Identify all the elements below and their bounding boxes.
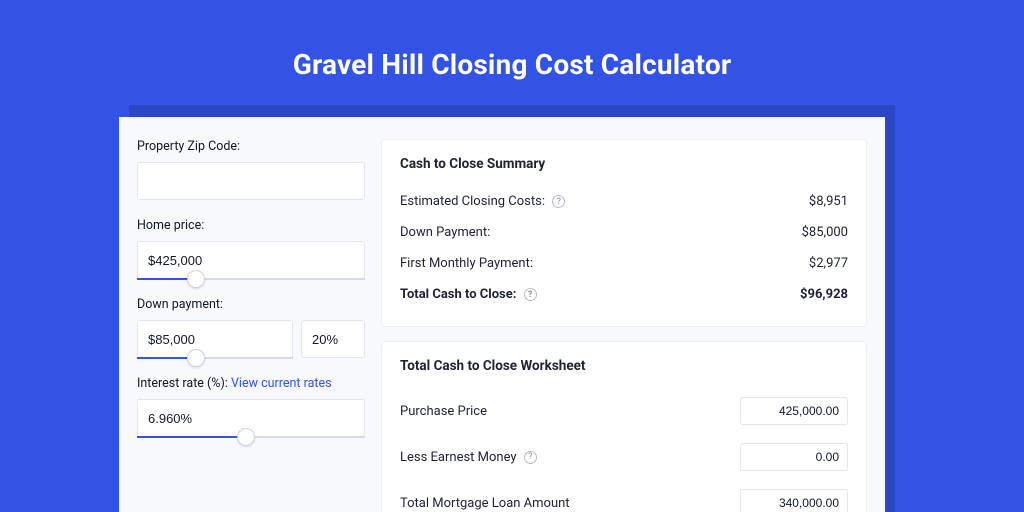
interest-rate-label: Interest rate (%): — [137, 376, 228, 391]
worksheet-heading: Total Cash to Close Worksheet — [400, 358, 848, 374]
summary-label-text: Total Cash to Close: — [400, 287, 516, 302]
worksheet-card: Total Cash to Close Worksheet Purchase P… — [381, 341, 867, 512]
help-icon[interactable]: ? — [552, 195, 565, 208]
worksheet-row-mortgage-amount: Total Mortgage Loan Amount — [400, 480, 848, 512]
summary-label: Estimated Closing Costs: ? — [400, 194, 565, 209]
summary-row-first-monthly: First Monthly Payment: $2,977 — [400, 248, 848, 279]
down-payment-field: Down payment: — [137, 297, 365, 358]
worksheet-input-mortgage-amount[interactable] — [740, 489, 848, 512]
summary-label: First Monthly Payment: — [400, 256, 533, 271]
summary-card: Cash to Close Summary Estimated Closing … — [381, 139, 867, 327]
home-price-label: Home price: — [137, 218, 365, 233]
worksheet-label: Total Mortgage Loan Amount — [400, 496, 570, 511]
summary-heading: Cash to Close Summary — [400, 156, 848, 172]
interest-rate-label-row: Interest rate (%): View current rates — [137, 376, 365, 391]
summary-value: $85,000 — [802, 225, 848, 240]
summary-label-text: Estimated Closing Costs: — [400, 194, 545, 209]
panel-shadow: Property Zip Code: Home price: Down paym… — [129, 105, 895, 512]
interest-rate-slider-fill — [137, 436, 246, 438]
worksheet-row-earnest-money: Less Earnest Money ? — [400, 434, 848, 480]
page-title: Gravel Hill Closing Cost Calculator — [0, 0, 1024, 105]
summary-value: $8,951 — [809, 194, 848, 209]
home-price-field: Home price: — [137, 218, 365, 279]
worksheet-label-text: Less Earnest Money — [400, 450, 517, 465]
summary-label: Down Payment: — [400, 225, 490, 240]
interest-rate-slider-wrap — [137, 399, 365, 437]
down-payment-amount-wrap — [137, 320, 293, 358]
down-payment-pct-input[interactable] — [301, 320, 365, 358]
results-column: Cash to Close Summary Estimated Closing … — [381, 139, 867, 512]
view-rates-link[interactable]: View current rates — [231, 376, 332, 391]
down-payment-label: Down payment: — [137, 297, 365, 312]
interest-rate-slider-thumb[interactable] — [237, 428, 255, 446]
home-price-slider-wrap — [137, 241, 365, 279]
worksheet-label: Purchase Price — [400, 404, 487, 419]
help-icon[interactable]: ? — [524, 451, 537, 464]
down-payment-slider-thumb[interactable] — [187, 349, 205, 367]
zip-label: Property Zip Code: — [137, 139, 365, 154]
worksheet-input-earnest-money[interactable] — [740, 443, 848, 471]
interest-rate-field: Interest rate (%): View current rates — [137, 376, 365, 437]
worksheet-input-purchase-price[interactable] — [740, 397, 848, 425]
inputs-column: Property Zip Code: Home price: Down paym… — [137, 139, 365, 512]
summary-value: $96,928 — [800, 287, 848, 302]
summary-row-down-payment: Down Payment: $85,000 — [400, 217, 848, 248]
summary-label: Total Cash to Close: ? — [400, 287, 537, 302]
home-price-input[interactable] — [137, 241, 365, 279]
summary-row-closing-costs: Estimated Closing Costs: ? $8,951 — [400, 186, 848, 217]
worksheet-label: Less Earnest Money ? — [400, 450, 537, 465]
summary-value: $2,977 — [809, 256, 848, 271]
zip-input[interactable] — [137, 162, 365, 200]
summary-row-total-cash: Total Cash to Close: ? $96,928 — [400, 279, 848, 310]
home-price-slider-thumb[interactable] — [187, 270, 205, 288]
help-icon[interactable]: ? — [524, 288, 537, 301]
zip-field: Property Zip Code: — [137, 139, 365, 200]
worksheet-row-purchase-price: Purchase Price — [400, 388, 848, 434]
calculator-panel: Property Zip Code: Home price: Down paym… — [119, 117, 885, 512]
down-payment-amount-input[interactable] — [137, 320, 293, 358]
